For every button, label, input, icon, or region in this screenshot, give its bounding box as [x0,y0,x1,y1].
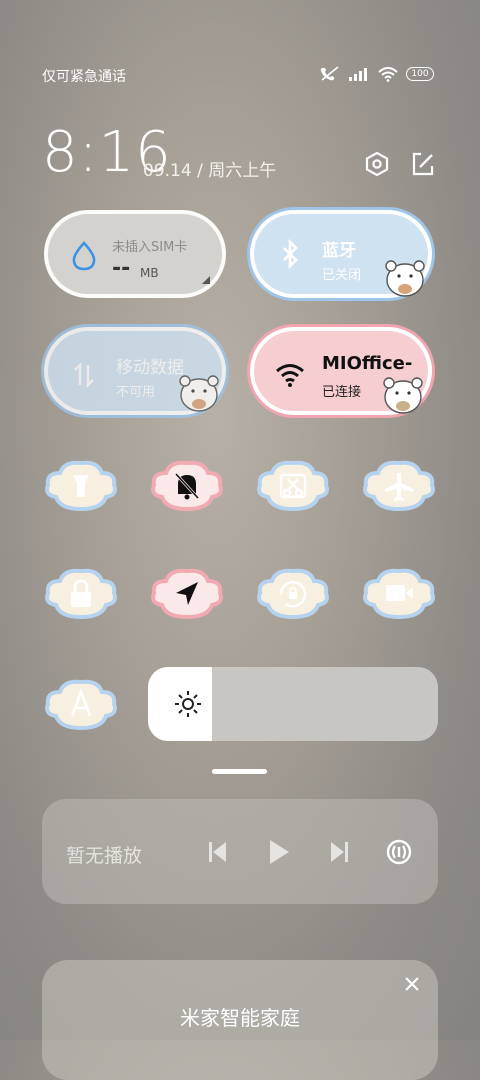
data-value: -- [112,256,131,281]
smart-home-title: 米家智能家庭 [180,1006,300,1030]
flashlight-toggle[interactable] [42,457,120,513]
wifi-name: MIOffice- [322,353,413,374]
next-icon[interactable] [329,840,349,864]
wifi-status: 已连接 [322,385,362,400]
smart-home-card[interactable]: 米家智能家庭 [42,960,438,1080]
bear-sticker-icon [383,377,423,414]
bluetooth-status: 已关闭 [322,268,362,283]
sim-status: 未插入SIM卡 [112,240,188,255]
battery-level: 100 [411,69,429,79]
sun-icon [175,691,201,717]
airplane-toggle[interactable] [360,457,438,513]
bear-sticker-icon [385,260,425,297]
drop-icon [72,241,96,271]
data-arrows-icon [74,362,94,388]
carrier-status: 仅可紧急通话 [42,69,126,85]
brightness-slider[interactable] [148,667,438,741]
bluetooth-icon [283,238,298,270]
cast-icon[interactable] [385,838,413,866]
battery-icon: 100 [406,67,434,81]
close-icon[interactable] [404,976,420,992]
bluetooth-tile[interactable]: 蓝牙 已关闭 [250,210,432,298]
signal-icon [349,68,367,81]
no-sim-call-icon [320,66,339,81]
media-player-card: 暂无播放 [42,799,438,904]
status-icons: 100 [320,66,434,82]
mobile-data-tile[interactable]: 移动数据 不可用 [44,327,226,415]
font-toggle[interactable] [42,676,120,732]
panel-handle[interactable] [212,769,267,774]
lock-toggle[interactable] [42,565,120,621]
mute-toggle[interactable] [148,457,226,513]
previous-icon[interactable] [208,840,228,864]
wifi-tile[interactable]: MIOffice- 已连接 [250,327,432,415]
mobile-data-status: 不可用 [116,385,156,400]
play-icon[interactable] [267,838,291,866]
tile-corner-mark [202,276,210,284]
wifi-icon [378,66,398,82]
screen-record-toggle[interactable] [360,565,438,621]
wifi-icon [276,364,304,387]
edit-icon[interactable] [410,151,436,177]
data-unit: MB [140,266,159,280]
bluetooth-title: 蓝牙 [322,241,356,261]
clock-date: 09.14 / 周六上午 [143,161,277,181]
media-status: 暂无播放 [66,845,143,867]
data-usage-tile[interactable]: 未插入SIM卡 -- MB [44,210,226,298]
bear-sticker-icon [179,375,219,412]
screenshot-toggle[interactable] [254,457,332,513]
location-toggle[interactable] [148,565,226,621]
rotation-lock-toggle[interactable] [254,565,332,621]
mobile-data-title: 移动数据 [116,358,184,378]
gear-hex-icon[interactable] [364,151,390,177]
